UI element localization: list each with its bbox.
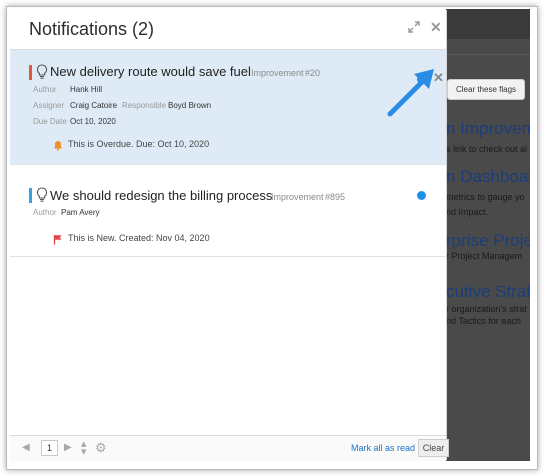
background-heading: n Improvem xyxy=(446,119,530,138)
notification-title[interactable]: New delivery route would save fuel xyxy=(50,64,251,79)
author-value: Pam Avery xyxy=(61,208,100,217)
background-text: nd Tactics for each xyxy=(446,316,521,326)
author-label: Author xyxy=(33,85,57,94)
gear-icon[interactable]: ⚙ xyxy=(95,440,107,456)
panel-title: Notifications (2) xyxy=(29,19,155,39)
unread-dot[interactable] xyxy=(417,191,426,200)
status-text: This is Overdue. Due: Oct 10, 2020 xyxy=(68,139,210,149)
notification-item[interactable]: New delivery route would save fuel Impro… xyxy=(10,50,446,165)
due-date-label: Due Date xyxy=(33,117,67,126)
notification-title[interactable]: We should redesign the billing process xyxy=(50,188,272,203)
background-heading: rprise Proje xyxy=(446,231,530,250)
background-text: nd Impact. xyxy=(446,207,489,217)
panel-header: Notifications (2) ✕ xyxy=(10,10,446,50)
background-text: metrics to gauge yo xyxy=(446,192,525,202)
close-icon[interactable]: ✕ xyxy=(430,19,442,36)
background-text: r organization's strat xyxy=(446,304,527,314)
assigner-value: Craig Catoire xyxy=(70,101,118,110)
clear-flags-tooltip: Clear these flags xyxy=(447,79,525,100)
page-number-input[interactable]: 1 xyxy=(41,440,58,456)
status-text: This is New. Created: Nov 04, 2020 xyxy=(68,233,210,243)
background-page: n Improvem s link to check out al n Dash… xyxy=(446,9,530,461)
next-page-icon[interactable]: ▶ xyxy=(64,442,72,453)
notification-item[interactable]: We should redesign the billing process I… xyxy=(10,165,446,257)
lightbulb-icon xyxy=(36,187,48,203)
background-heading: cutive Strate xyxy=(446,282,530,301)
lightbulb-icon xyxy=(36,64,48,80)
author-label: Author xyxy=(33,208,57,217)
type-indicator xyxy=(29,65,32,80)
type-indicator xyxy=(29,188,32,203)
annotation-arrow-icon xyxy=(387,69,434,117)
responsible-label: Responsible xyxy=(122,101,167,110)
background-heading: n Dashboard xyxy=(446,167,530,186)
due-date-value: Oct 10, 2020 xyxy=(70,117,116,126)
notification-number: #20 xyxy=(305,68,321,78)
background-text: s link to check out al xyxy=(446,144,528,154)
expand-icon[interactable] xyxy=(408,21,420,36)
mark-all-read-link[interactable]: Mark all as read xyxy=(351,443,415,453)
background-text: r Project Managem xyxy=(446,251,523,261)
author-value: Hank Hill xyxy=(70,85,103,94)
panel-footer: ◀ 1 ▶ ▴ ▾ ⚙ Mark all as read Clear xyxy=(10,435,449,461)
sort-icon[interactable]: ▴ ▾ xyxy=(81,439,87,458)
notification-number: #895 xyxy=(325,192,346,202)
bell-icon xyxy=(53,138,63,156)
responsible-value: Boyd Brown xyxy=(168,101,212,110)
clear-button[interactable]: Clear xyxy=(418,439,449,457)
notification-type: Improvement xyxy=(251,68,304,78)
notification-type: Improvement xyxy=(271,192,324,202)
notifications-panel: Notifications (2) ✕ New delivery route w… xyxy=(10,10,447,460)
flag-icon xyxy=(53,232,63,250)
previous-page-icon[interactable]: ◀ xyxy=(22,442,30,453)
assigner-label: Assigner xyxy=(33,101,65,110)
